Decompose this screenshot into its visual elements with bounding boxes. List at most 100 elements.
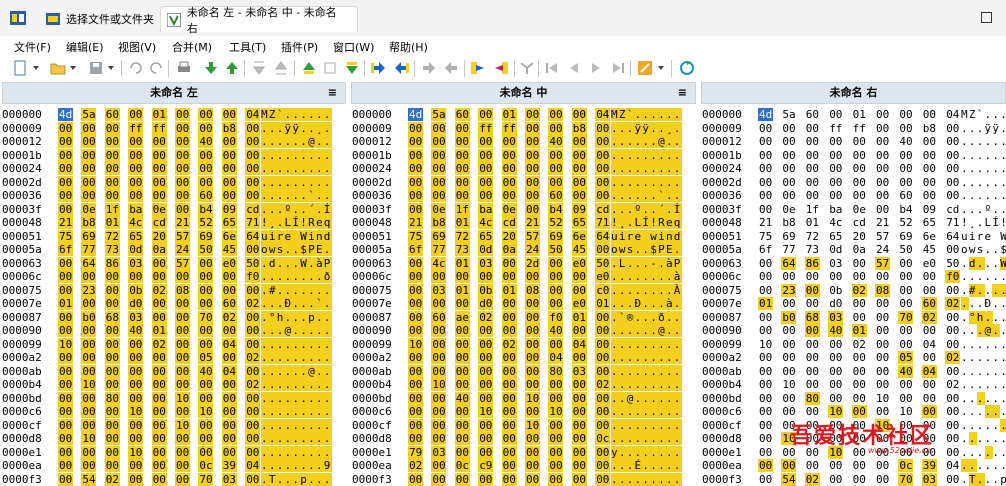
hex-byte[interactable]: cd bbox=[501, 216, 517, 229]
ascii-char[interactable]: . bbox=[969, 392, 977, 405]
hex-byte[interactable]: 24 bbox=[525, 243, 540, 256]
ascii-char[interactable]: . bbox=[977, 176, 985, 189]
hex-byte[interactable]: 20 bbox=[852, 230, 867, 243]
ascii-char[interactable]: . bbox=[1000, 189, 1006, 202]
hex-byte[interactable]: 00 bbox=[805, 351, 820, 364]
ascii-char[interactable]: M bbox=[961, 108, 969, 121]
hex-byte[interactable]: 00 bbox=[128, 108, 144, 121]
ascii-char[interactable]: . bbox=[976, 283, 985, 297]
hex-byte[interactable]: 00 bbox=[758, 149, 773, 162]
hex-byte[interactable]: 10 bbox=[548, 405, 564, 418]
hex-byte[interactable]: 03 bbox=[128, 256, 144, 270]
hex-byte[interactable]: 00 bbox=[454, 175, 470, 189]
ascii-char[interactable]: . bbox=[276, 324, 285, 337]
hex-byte[interactable]: 10 bbox=[875, 392, 890, 405]
menu-help[interactable]: 帮助(H) bbox=[389, 39, 428, 55]
ascii-char[interactable]: . bbox=[308, 121, 317, 135]
hex-byte[interactable]: ff bbox=[828, 122, 843, 135]
hex-byte[interactable]: 50 bbox=[548, 243, 564, 256]
ascii-char[interactable]: . bbox=[634, 256, 643, 270]
hex-byte[interactable]: 00 bbox=[501, 148, 517, 162]
hex-byte[interactable]: 40 bbox=[548, 135, 564, 148]
hex-pane-left[interactable]: 000000 4d 5a 60 00 01 00 00 00 04 M Z `...... 000009 0… bbox=[0, 104, 348, 486]
ascii-char[interactable]: ´ bbox=[308, 202, 317, 216]
ascii-char[interactable]: T bbox=[968, 472, 977, 486]
ascii-char[interactable]: . bbox=[992, 378, 1000, 391]
ascii-char[interactable]: . bbox=[323, 391, 332, 405]
ascii-char[interactable]: . bbox=[650, 175, 659, 189]
hex-byte[interactable]: 00 bbox=[781, 122, 796, 135]
ascii-char[interactable]: . bbox=[292, 175, 301, 189]
hex-byte[interactable]: 00 bbox=[571, 459, 587, 472]
ascii-char[interactable]: ` bbox=[626, 108, 635, 121]
ascii-char[interactable]: $ bbox=[1000, 243, 1006, 256]
ascii-char[interactable]: Í bbox=[323, 202, 332, 216]
ascii-char[interactable]: . bbox=[992, 257, 1000, 270]
ascii-char[interactable]: . bbox=[665, 432, 674, 445]
ascii-char[interactable]: W bbox=[300, 229, 309, 243]
hex-byte[interactable]: b0 bbox=[781, 310, 797, 324]
hex-byte[interactable]: 02 bbox=[945, 378, 960, 391]
hex-byte[interactable]: 00 bbox=[128, 189, 144, 202]
hex-byte[interactable]: 10 bbox=[525, 391, 540, 405]
hex-byte[interactable]: 00 bbox=[81, 148, 97, 162]
hex-byte[interactable]: 02 bbox=[478, 310, 494, 324]
hex-byte[interactable]: 1f bbox=[454, 202, 470, 216]
ascii-char[interactable]: . bbox=[673, 337, 682, 351]
ascii-char[interactable]: . bbox=[961, 446, 969, 459]
hex-byte[interactable]: 02 bbox=[945, 297, 961, 310]
ascii-char[interactable]: . bbox=[268, 202, 277, 216]
hex-byte[interactable]: 00 bbox=[922, 392, 937, 405]
hex-byte[interactable]: 71 bbox=[595, 216, 611, 229]
hex-byte[interactable]: 75 bbox=[58, 229, 73, 243]
next-diff-icon[interactable] bbox=[203, 60, 219, 76]
hex-byte[interactable]: 03 bbox=[431, 445, 447, 459]
ascii-char[interactable]: . bbox=[634, 405, 643, 418]
hex-byte[interactable]: 00 bbox=[805, 189, 820, 202]
hex-byte[interactable]: 04 bbox=[245, 459, 261, 472]
ascii-char[interactable]: . bbox=[276, 202, 285, 216]
ascii-char[interactable]: ÿ bbox=[284, 121, 293, 135]
hex-byte[interactable]: 00 bbox=[828, 351, 843, 364]
ascii-char[interactable]: . bbox=[268, 364, 277, 378]
ascii-char[interactable]: . bbox=[658, 472, 667, 486]
ascii-char[interactable]: . bbox=[611, 310, 619, 324]
ascii-char[interactable]: . bbox=[977, 338, 985, 351]
ascii-char[interactable]: ÿ bbox=[292, 121, 301, 135]
hex-byte[interactable]: 00 bbox=[104, 337, 120, 351]
hex-byte[interactable]: cd bbox=[945, 203, 960, 216]
hex-byte[interactable]: 00 bbox=[81, 135, 97, 148]
ascii-char[interactable]: # bbox=[268, 283, 277, 297]
hex-byte[interactable]: 00 bbox=[454, 405, 470, 418]
pane-header-middle[interactable]: 未命名 中 ≡ bbox=[351, 82, 696, 104]
ascii-char[interactable]: w bbox=[618, 243, 627, 256]
hex-byte[interactable]: b8 bbox=[922, 122, 937, 135]
hex-byte[interactable]: 00 bbox=[175, 378, 190, 391]
ascii-char[interactable]: . bbox=[650, 310, 659, 324]
ascii-char[interactable]: . bbox=[323, 108, 332, 121]
hex-byte[interactable]: 70 bbox=[898, 310, 914, 324]
ascii-char[interactable]: E bbox=[665, 243, 674, 256]
hex-byte[interactable]: 00 bbox=[81, 405, 97, 418]
ascii-char[interactable]: . bbox=[673, 148, 682, 162]
hex-byte[interactable]: 00 bbox=[198, 108, 214, 121]
ascii-char[interactable]: . bbox=[315, 432, 324, 445]
hex-byte[interactable]: 00 bbox=[945, 365, 960, 378]
hex-byte[interactable]: 00 bbox=[454, 445, 470, 459]
new-icon[interactable] bbox=[12, 60, 28, 76]
hex-byte[interactable]: 00 bbox=[595, 364, 611, 378]
hex-byte[interactable]: 00 bbox=[805, 122, 820, 135]
hex-byte[interactable]: 03 bbox=[571, 364, 587, 378]
ascii-char[interactable]: . bbox=[673, 310, 682, 324]
ascii-char[interactable]: . bbox=[650, 364, 659, 378]
hex-byte[interactable]: 00 bbox=[548, 418, 564, 432]
ascii-char[interactable]: . bbox=[276, 472, 285, 486]
hex-byte[interactable]: 00 bbox=[245, 121, 261, 135]
hex-byte[interactable]: 4c bbox=[128, 216, 144, 229]
ascii-char[interactable]: . bbox=[611, 270, 619, 283]
hex-byte[interactable]: 00 bbox=[58, 351, 73, 364]
hex-byte[interactable]: 00 bbox=[198, 378, 214, 391]
next-conflict-icon[interactable] bbox=[344, 60, 360, 76]
ascii-char[interactable]: . bbox=[969, 162, 977, 175]
ascii-char[interactable]: . bbox=[315, 324, 324, 337]
